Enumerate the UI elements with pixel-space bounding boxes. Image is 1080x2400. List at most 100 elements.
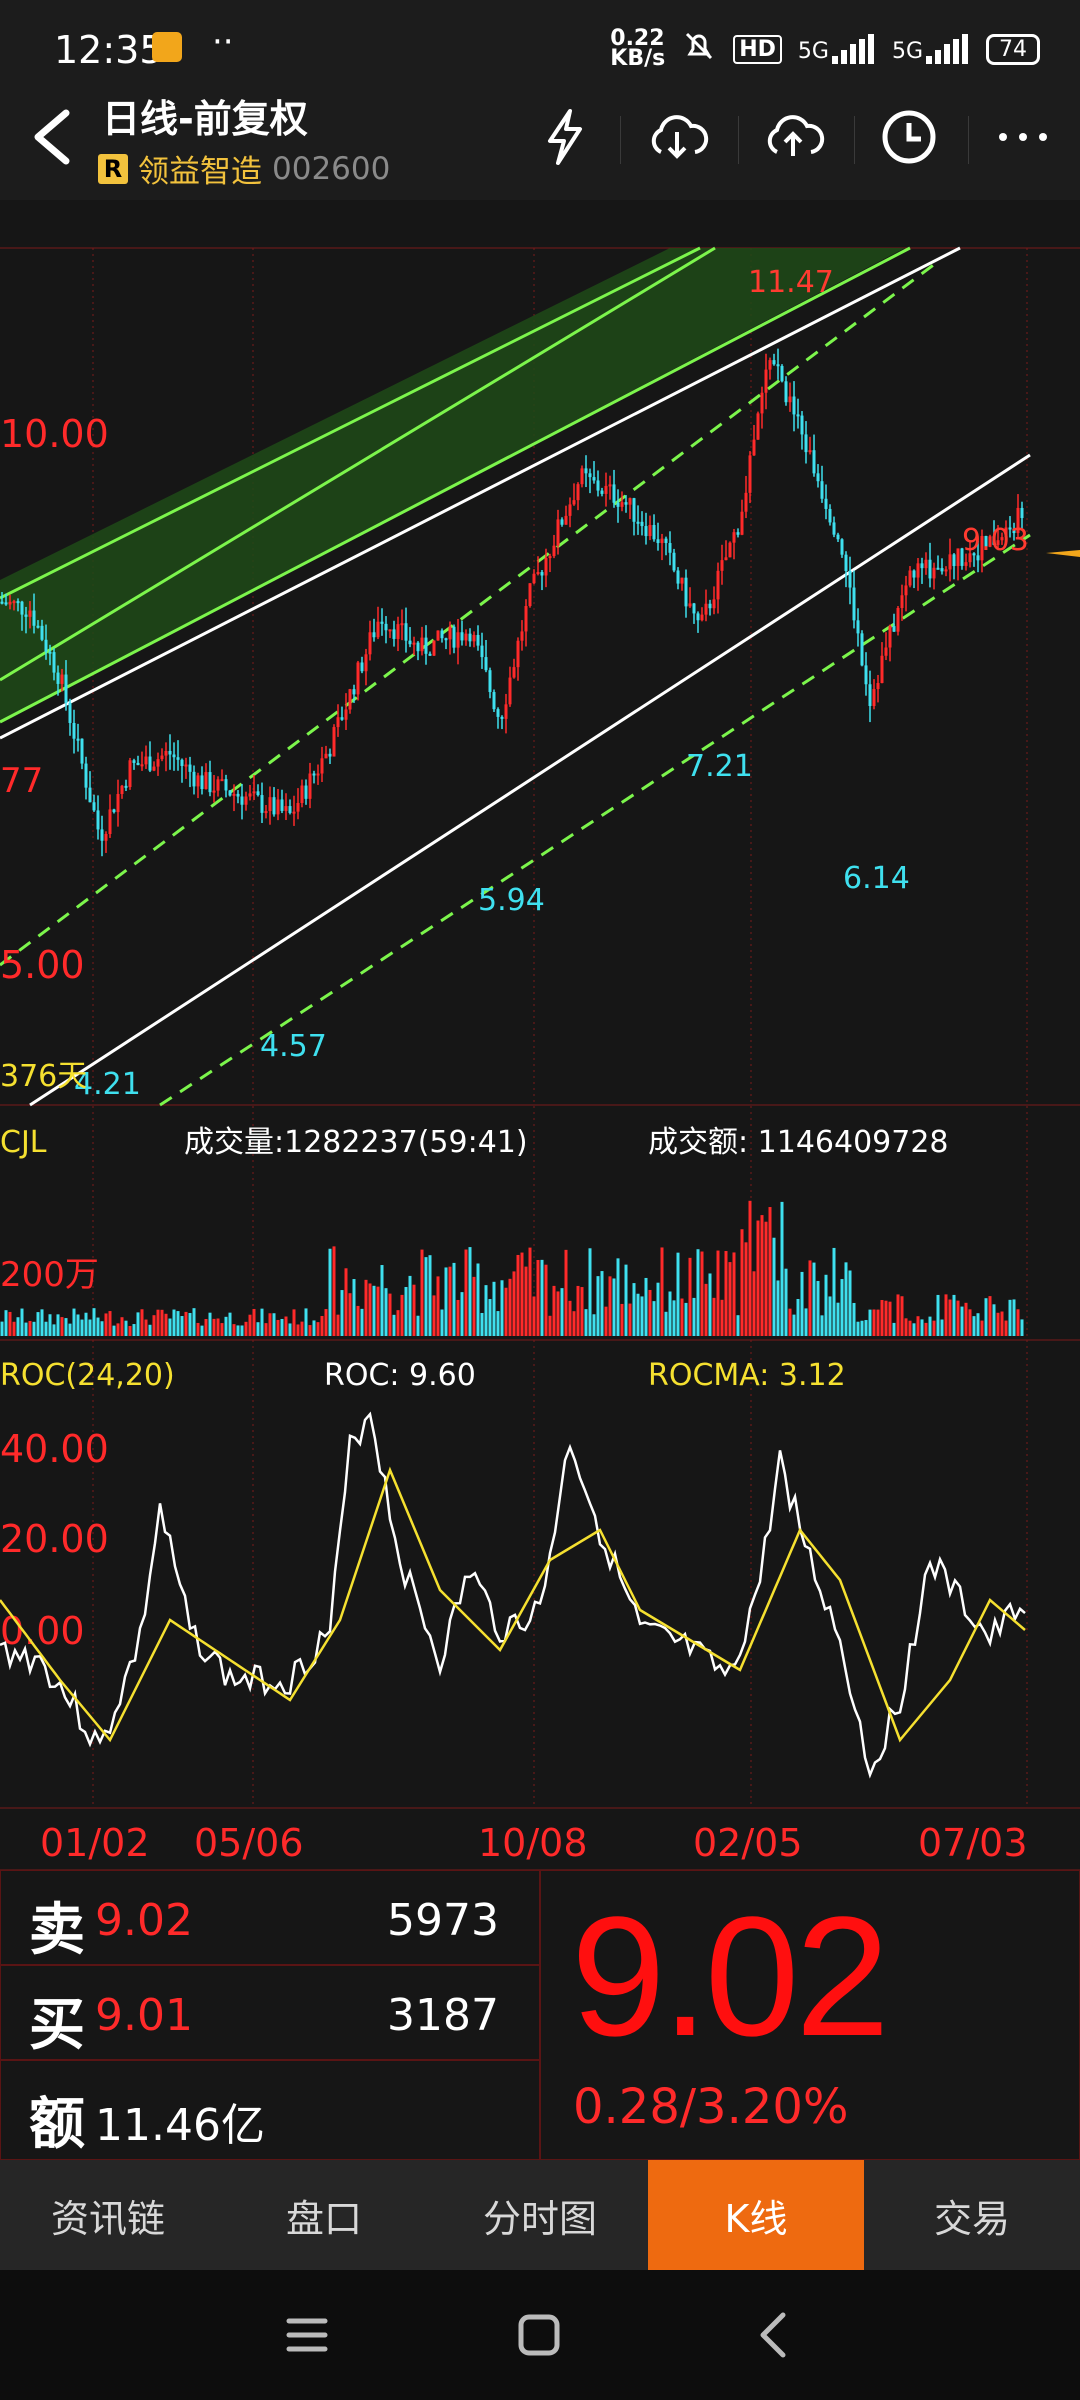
tab-kline[interactable]: K线 (648, 2160, 864, 2270)
volume-bar (216, 1318, 220, 1336)
candle-body (284, 806, 288, 811)
volume-bar (540, 1259, 544, 1336)
volume-bar (624, 1264, 628, 1336)
x-axis-label: 05/06 (194, 1821, 304, 1865)
cloud-upload-button[interactable] (760, 104, 826, 170)
volume-bar (1004, 1320, 1008, 1336)
history-button[interactable] (876, 104, 942, 170)
volume-bar (212, 1318, 216, 1336)
candle-body (164, 750, 168, 756)
volume-bar (484, 1285, 488, 1336)
candle-body (876, 683, 880, 690)
candle-body (940, 568, 944, 572)
candle-body (0, 601, 4, 604)
candle-body (664, 538, 668, 544)
candle-body (292, 811, 296, 814)
cloud-download-button[interactable] (644, 104, 710, 170)
volume-bar (524, 1266, 528, 1336)
volume-bar (740, 1229, 744, 1336)
volume-bar (608, 1276, 612, 1336)
tab-intraday[interactable]: 分时图 (432, 2160, 648, 2270)
volume-bar (368, 1283, 372, 1336)
buy-price: 9.01 (95, 1990, 193, 2041)
candle-body (824, 498, 828, 509)
tab-order-book[interactable]: 盘口 (216, 2160, 432, 2270)
candle-body (780, 365, 784, 382)
kline-chart[interactable]: 10.00 77 5.00 11.47 9.03 7.21 5.94 6.14 … (0, 200, 1080, 1871)
tab-trade[interactable]: 交易 (864, 2160, 1080, 2270)
candle-body (408, 640, 412, 645)
status-time: 12:35 (54, 28, 164, 72)
candle-body (688, 603, 692, 607)
candle-body (540, 572, 544, 576)
nav-menu-button[interactable] (272, 2300, 342, 2370)
volume-bar (12, 1321, 16, 1336)
volume-bar (456, 1299, 460, 1336)
volume-bar (720, 1299, 724, 1336)
tab-news-chain[interactable]: 资讯链 (0, 2160, 216, 2270)
volume-bar (480, 1312, 484, 1336)
kline-chart-area[interactable]: 10.00 77 5.00 11.47 9.03 7.21 5.94 6.14 … (0, 200, 1080, 1871)
candle-body (236, 793, 240, 797)
candle-body (512, 667, 516, 678)
volume-bar (548, 1315, 552, 1336)
more-button[interactable] (990, 104, 1056, 170)
volume-bar (724, 1251, 728, 1336)
candle-body (332, 727, 336, 757)
back-button[interactable] (18, 104, 84, 170)
volume-bar (920, 1319, 924, 1336)
candle-body (704, 603, 708, 615)
candle-body (328, 753, 332, 757)
candle-body (744, 492, 748, 512)
candle-body (900, 595, 904, 609)
cloud-upload-icon (767, 115, 825, 156)
volume-bar (704, 1283, 708, 1336)
candle-body (364, 654, 368, 672)
header-divider (738, 116, 739, 164)
flash-button[interactable] (532, 104, 598, 170)
sell-row[interactable]: 卖 9.02 5973 (0, 1870, 540, 1965)
nav-home-button[interactable] (504, 2300, 574, 2370)
volume-bar (124, 1320, 128, 1336)
nav-back-button[interactable] (738, 2300, 808, 2370)
volume-bar (912, 1323, 916, 1336)
volume-bar (16, 1317, 20, 1336)
volume-bar (284, 1316, 288, 1336)
volume-bar (516, 1254, 520, 1336)
volume-bar (492, 1281, 496, 1336)
volume-bar (932, 1320, 936, 1336)
volume-bar (200, 1325, 204, 1336)
stock-name: 领益智造 (138, 154, 262, 190)
volume-bar (772, 1237, 776, 1336)
candle-body (844, 554, 848, 571)
candle-body (684, 577, 688, 607)
volume-bar (620, 1303, 624, 1336)
candle-body (484, 657, 488, 671)
candle-body (460, 632, 464, 641)
buy-row[interactable]: 买 9.01 3187 (0, 1965, 540, 2060)
candle-body (88, 787, 92, 803)
candle-body (952, 554, 956, 567)
volume-bar (728, 1262, 732, 1336)
candle-body (340, 717, 344, 720)
candle-body (212, 790, 216, 793)
r-badge: R (98, 153, 128, 184)
candle-body (652, 524, 656, 540)
candle-body (608, 484, 612, 487)
high-annotation: 11.47 (748, 265, 834, 300)
volume-indicator-name: CJL (0, 1125, 47, 1160)
volume-bar (148, 1324, 152, 1336)
volume-bar (968, 1309, 972, 1336)
candle-body (52, 652, 56, 673)
candle-body (500, 716, 504, 719)
volume-bar (332, 1246, 336, 1336)
volume-bar (576, 1285, 580, 1336)
volume-bar (292, 1309, 296, 1336)
volume-bar (964, 1302, 968, 1336)
candle-body (728, 542, 732, 558)
candle-body (616, 502, 620, 507)
volume-bar (852, 1302, 856, 1336)
candle-body (40, 625, 44, 640)
volume-bar (380, 1265, 384, 1336)
candle-body (892, 626, 896, 632)
